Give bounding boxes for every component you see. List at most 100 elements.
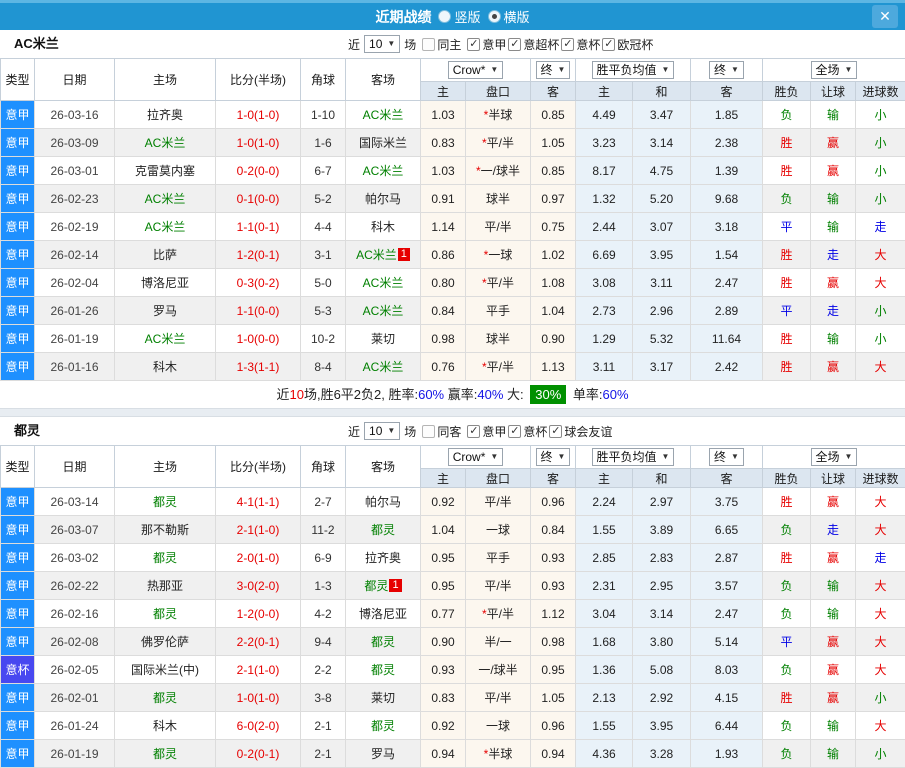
avg-draw-cell: 3.28 — [633, 740, 691, 768]
avg-home-cell: 6.69 — [576, 241, 633, 269]
corner-cell: 3-1 — [301, 241, 346, 269]
odds-away-cell: 0.94 — [531, 740, 576, 768]
final-average-select[interactable]: 终▼ — [709, 448, 744, 466]
corner-cell: 1-10 — [301, 101, 346, 129]
goals-cell: 大 — [856, 572, 905, 600]
final-odds-select[interactable]: 终▼ — [536, 61, 571, 79]
avg-away-cell: 2.38 — [691, 129, 763, 157]
chevron-down-icon: ▼ — [490, 63, 498, 77]
avg-home-cell: 2.24 — [576, 488, 633, 516]
team-name: 都灵 — [153, 495, 177, 509]
final-average-select[interactable]: 终▼ — [709, 61, 744, 79]
odds-away-cell: 0.98 — [531, 628, 576, 656]
favorite-star-mark: * — [482, 360, 487, 374]
avg-away-cell: 3.57 — [691, 572, 763, 600]
handicap-cell: *平/半 — [466, 129, 531, 157]
titlebar: 近期战绩 竖版 横版 ✕ — [0, 3, 905, 30]
home-team-cell: 那不勒斯 — [115, 516, 216, 544]
avg-home-cell: 3.11 — [576, 353, 633, 381]
league-type-cell: 意甲 — [1, 297, 35, 325]
competition-checkbox[interactable]: ✓球会友谊 — [549, 423, 612, 440]
col-header-result: 胜负 — [763, 82, 811, 101]
avg-draw-cell: 2.97 — [633, 488, 691, 516]
same-venue-checkbox[interactable]: 同客 — [422, 423, 461, 440]
date-cell: 26-03-14 — [35, 488, 115, 516]
same-venue-checkbox[interactable]: 同主 — [422, 36, 461, 53]
away-team-cell: AC米兰 — [346, 269, 421, 297]
score-cell: 1-1(0-0) — [216, 297, 301, 325]
corner-cell: 2-1 — [301, 740, 346, 768]
team-title: 都灵 — [14, 417, 40, 445]
team-name: AC米兰 — [145, 192, 186, 206]
layout-radio-horizontal[interactable]: 横版 — [488, 7, 530, 26]
col-header-avg-draw: 和 — [633, 82, 691, 101]
match-row: 意杯26-02-05国际米兰(中)2-1(1-0)2-2都灵0.93一/球半0.… — [1, 656, 905, 684]
team-name: 都灵 — [371, 663, 395, 677]
competition-checkbox[interactable]: ✓意超杯 — [508, 36, 559, 53]
league-type-cell: 意甲 — [1, 516, 35, 544]
score-cell: 1-2(0-1) — [216, 241, 301, 269]
favorite-star-mark: * — [476, 164, 481, 178]
away-team-cell: AC米兰 — [346, 101, 421, 129]
summary-segment: 单率: — [569, 387, 602, 402]
avg-home-cell: 1.68 — [576, 628, 633, 656]
average-odds-select[interactable]: 胜平负均值▼ — [592, 61, 675, 79]
near-label: 近 — [348, 36, 360, 53]
recent-count-select[interactable]: 10 ▼ — [364, 422, 400, 440]
competition-checkbox[interactable]: ✓欧冠杯 — [602, 36, 653, 53]
handicap-result-cell: 赢 — [811, 157, 856, 185]
favorite-star-mark: * — [482, 136, 487, 150]
odds-home-cell: 0.77 — [421, 600, 466, 628]
league-type-cell: 意甲 — [1, 628, 35, 656]
radio-unchecked-icon — [438, 10, 451, 23]
results-table: 类型 日期 主场 比分(半场) 角球 客场 Crow*▼ 终▼ 胜平负均值▼ 终… — [0, 445, 905, 768]
avg-home-cell: 3.23 — [576, 129, 633, 157]
recent-count-select[interactable]: 10 ▼ — [364, 35, 400, 53]
layout-radio-vertical[interactable]: 竖版 — [438, 7, 480, 26]
score-cell: 1-2(0-0) — [216, 600, 301, 628]
odds-away-cell: 1.12 — [531, 600, 576, 628]
match-row: 意甲26-03-07那不勒斯2-1(1-0)11-2都灵1.04一球0.841.… — [1, 516, 905, 544]
team-name: 都灵 — [364, 579, 388, 593]
date-cell: 26-01-24 — [35, 712, 115, 740]
close-button[interactable]: ✕ — [872, 5, 898, 28]
checkbox-checked-icon: ✓ — [508, 38, 521, 51]
col-header-handicap-result: 让球 — [811, 82, 856, 101]
radio-vertical-label: 竖版 — [454, 7, 480, 26]
checkbox-icon — [422, 425, 435, 438]
col-header-home: 主场 — [115, 59, 216, 101]
scope-select[interactable]: 全场▼ — [811, 448, 858, 466]
competition-checkbox[interactable]: ✓意甲 — [467, 423, 506, 440]
goals-cell: 小 — [856, 101, 905, 129]
competition-checkbox[interactable]: ✓意杯 — [561, 36, 600, 53]
bookmaker-select[interactable]: Crow*▼ — [448, 448, 504, 466]
scope-select[interactable]: 全场▼ — [811, 61, 858, 79]
result-cell: 胜 — [763, 157, 811, 185]
league-type-cell: 意甲 — [1, 600, 35, 628]
team-name: 都灵 — [153, 747, 177, 761]
competition-checkbox[interactable]: ✓意甲 — [467, 36, 506, 53]
avg-away-cell: 2.42 — [691, 353, 763, 381]
competition-checkbox[interactable]: ✓意杯 — [508, 423, 547, 440]
avg-draw-cell: 3.11 — [633, 269, 691, 297]
chevron-down-icon: ▼ — [731, 450, 739, 464]
handicap-result-cell: 赢 — [811, 684, 856, 712]
bookmaker-select[interactable]: Crow*▼ — [448, 61, 504, 79]
home-team-cell: AC米兰 — [115, 129, 216, 157]
score-cell: 2-0(1-0) — [216, 544, 301, 572]
corner-cell: 3-8 — [301, 684, 346, 712]
goals-cell: 小 — [856, 297, 905, 325]
col-header-home: 主场 — [115, 446, 216, 488]
goals-cell: 小 — [856, 157, 905, 185]
result-cell: 胜 — [763, 353, 811, 381]
final-odds-select[interactable]: 终▼ — [536, 448, 571, 466]
home-team-cell: 都灵 — [115, 684, 216, 712]
section-header-ac-milan: AC米兰 近 10 ▼ 场 同主 ✓意甲✓意超杯✓意杯✓欧冠杯 — [0, 30, 905, 58]
goals-cell: 大 — [856, 600, 905, 628]
col-header-corner: 角球 — [301, 59, 346, 101]
team-name: 国际米兰 — [359, 136, 407, 150]
odds-away-cell: 1.05 — [531, 684, 576, 712]
date-cell: 26-01-16 — [35, 353, 115, 381]
date-cell: 26-01-19 — [35, 325, 115, 353]
average-odds-select[interactable]: 胜平负均值▼ — [592, 448, 675, 466]
